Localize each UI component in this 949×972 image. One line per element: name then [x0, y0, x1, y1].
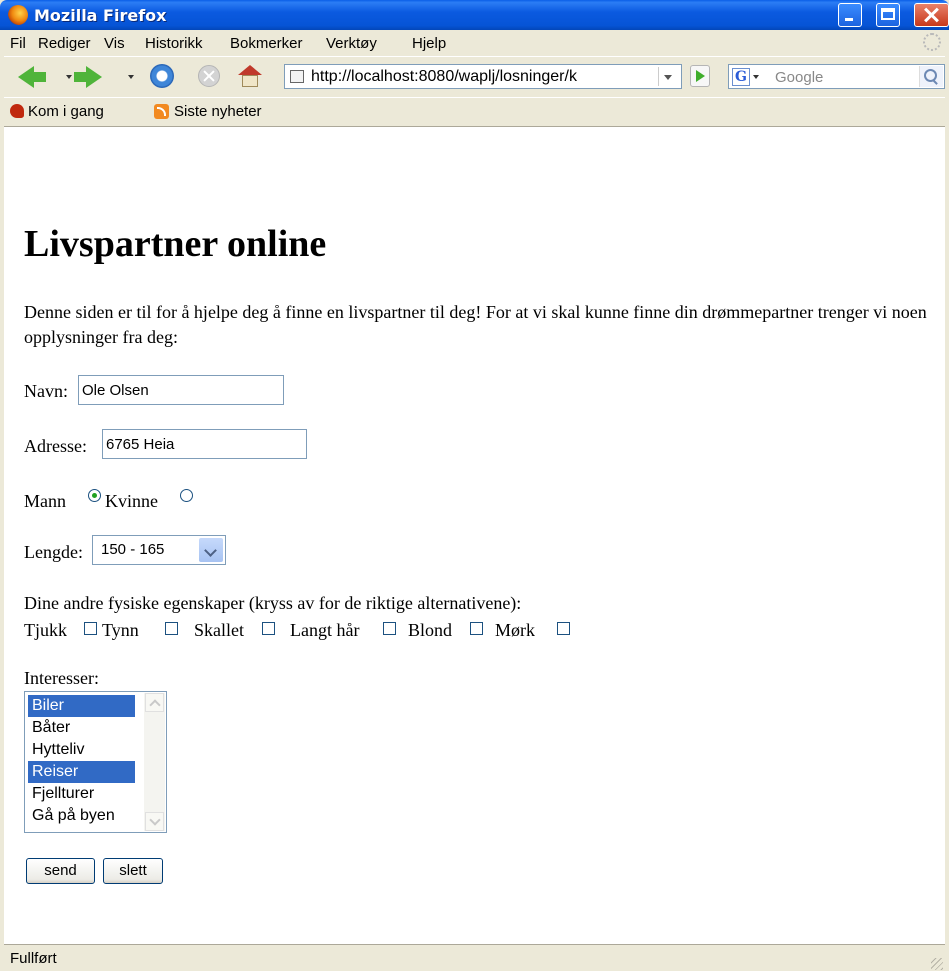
gender-female-label: Kvinne — [105, 491, 158, 511]
list-item[interactable]: Reiser — [28, 761, 135, 783]
page-heading: Livspartner online — [24, 223, 327, 265]
height-label: Lengde: — [24, 542, 83, 562]
scroll-up-icon[interactable] — [145, 693, 164, 712]
interests-label: Interesser: — [24, 668, 99, 688]
name-label: Navn: — [24, 381, 68, 401]
traits-prompt: Dine andre fysiske egenskaper (kryss av … — [24, 593, 522, 613]
trait-label: Langt hår — [290, 620, 360, 640]
trait-checkbox-skallet[interactable] — [262, 622, 275, 635]
trait-label: Tjukk — [24, 620, 67, 640]
trait-checkbox-tjukk[interactable] — [84, 622, 97, 635]
height-select-value: 150 - 165 — [101, 541, 165, 558]
chevron-down-icon[interactable] — [199, 538, 223, 562]
trait-checkbox-langt-har[interactable] — [383, 622, 396, 635]
name-field[interactable] — [78, 375, 284, 405]
listbox-scrollbar[interactable] — [144, 693, 165, 831]
gender-male-label: Mann — [24, 491, 66, 511]
list-item[interactable]: Biler — [28, 695, 135, 717]
send-button[interactable]: send — [26, 858, 95, 884]
trait-checkbox-tynn[interactable] — [165, 622, 178, 635]
address-label: Adresse: — [24, 436, 87, 456]
list-item[interactable]: Båter — [28, 717, 135, 739]
scroll-down-icon[interactable] — [145, 812, 164, 831]
trait-checkbox-mork[interactable] — [557, 622, 570, 635]
list-item[interactable]: Hytteliv — [28, 739, 135, 761]
reset-button[interactable]: slett — [103, 858, 163, 884]
address-field[interactable] — [102, 429, 307, 459]
list-item[interactable]: Gå på byen — [28, 805, 135, 827]
female-radio[interactable] — [180, 489, 193, 502]
male-radio[interactable] — [88, 489, 101, 502]
trait-label: Mørk — [495, 620, 535, 640]
trait-label: Tynn — [102, 620, 139, 640]
height-select[interactable]: 150 - 165 — [92, 535, 226, 565]
interests-listbox[interactable]: Biler Båter Hytteliv Reiser Fjellturer G… — [24, 691, 167, 833]
trait-checkbox-blond[interactable] — [470, 622, 483, 635]
intro-text: Denne siden er til for å hjelpe deg å fi… — [24, 302, 927, 347]
trait-label: Blond — [408, 620, 453, 640]
list-item[interactable]: Fjellturer — [28, 783, 135, 805]
trait-label: Skallet — [194, 620, 244, 640]
